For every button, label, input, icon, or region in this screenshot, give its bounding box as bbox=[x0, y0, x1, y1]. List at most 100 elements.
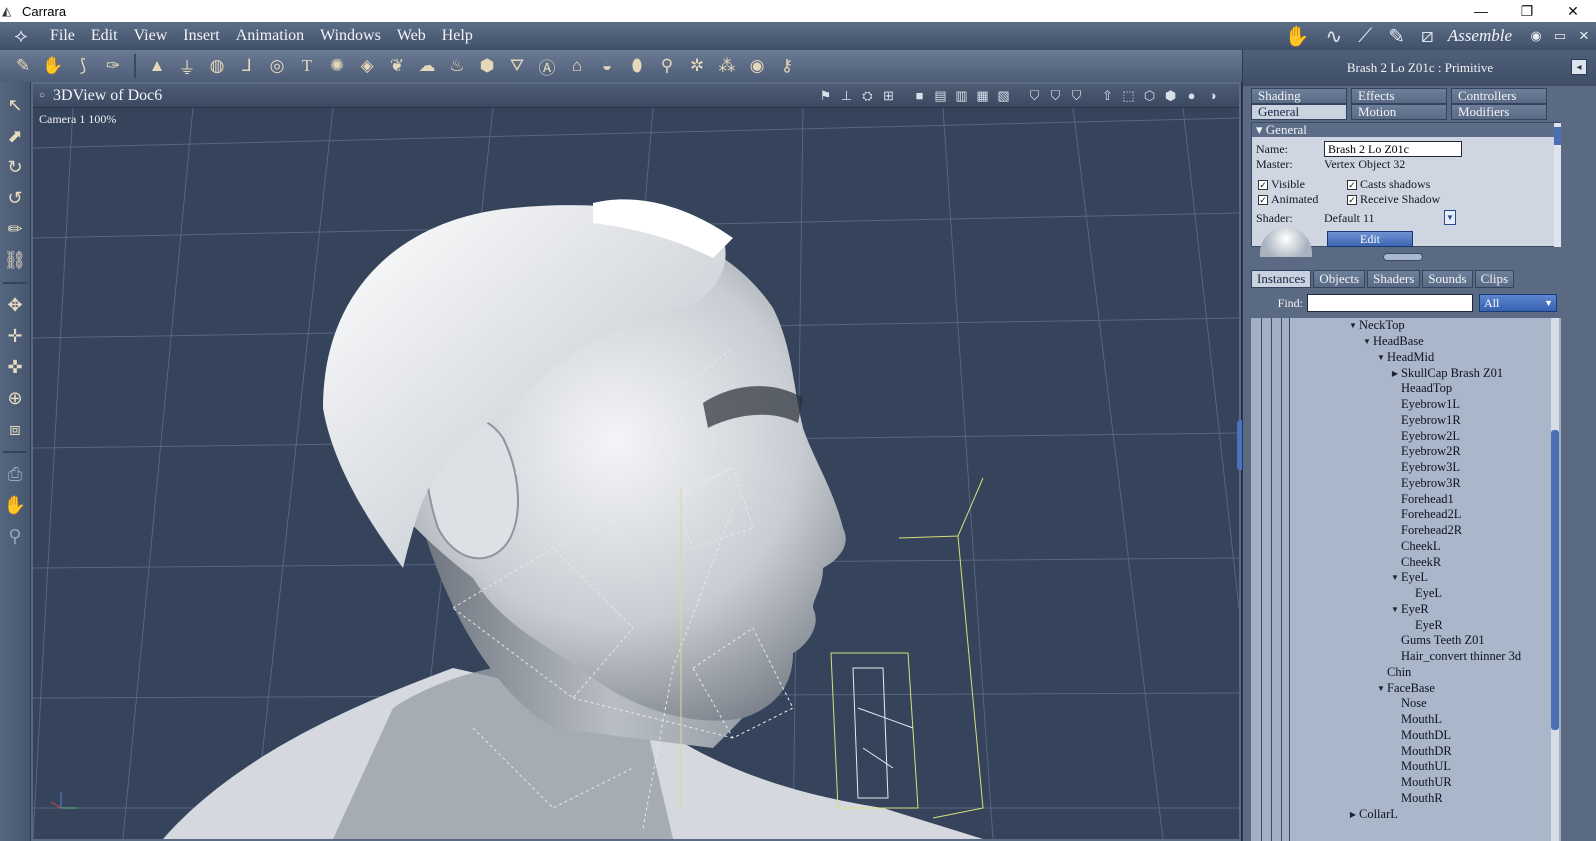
tree-item[interactable]: Eyebrow2L bbox=[1389, 428, 1460, 444]
tree-item[interactable]: Forehead2R bbox=[1389, 523, 1462, 539]
animated-checkbox[interactable]: ✓ Animated bbox=[1258, 192, 1318, 207]
layout-three-icon[interactable]: ▧ bbox=[993, 88, 1014, 104]
rotate-icon[interactable]: ↻ bbox=[1, 152, 29, 183]
key-tool-icon[interactable]: ⚷ bbox=[772, 52, 802, 80]
tab-motion[interactable]: Motion bbox=[1351, 104, 1447, 120]
model-room-icon[interactable]: ∿ bbox=[1326, 24, 1343, 49]
bend-tool-icon[interactable]: ✑ bbox=[98, 52, 128, 80]
cube-icon[interactable]: ⬢ bbox=[472, 52, 502, 80]
expand-closed-icon[interactable]: ▶ bbox=[1347, 810, 1359, 819]
tree-item[interactable]: ▶ SkullCap Brash Z01 bbox=[1389, 365, 1503, 381]
find-input[interactable] bbox=[1307, 294, 1473, 312]
fire-icon[interactable]: ♨ bbox=[442, 52, 472, 80]
smooth-shade-icon[interactable]: ● bbox=[1181, 88, 1202, 104]
camera-icon[interactable]: ⎙ bbox=[1, 459, 29, 490]
mesh-icon[interactable]: ⛛ bbox=[502, 52, 532, 80]
move-all-icon[interactable]: ⊕ bbox=[1, 383, 29, 414]
bowl-icon[interactable]: ◒ bbox=[592, 52, 622, 80]
tree-item[interactable]: MouthDR bbox=[1389, 743, 1452, 759]
layout-two-icon[interactable]: ▥ bbox=[951, 88, 972, 104]
casts-shadows-checkbox[interactable]: ✓ Casts shadows bbox=[1347, 177, 1430, 192]
grid-icon[interactable]: ⊞ bbox=[878, 88, 899, 104]
tree-item[interactable]: Gums Teeth Z01 bbox=[1389, 633, 1485, 649]
expand-open-icon[interactable]: ▼ bbox=[1375, 353, 1387, 362]
tree-item[interactable]: CheekR bbox=[1389, 554, 1441, 570]
close-doc-icon[interactable]: ✕ bbox=[1572, 28, 1596, 44]
view-select-icon[interactable]: ⛭ bbox=[857, 88, 878, 104]
expand-open-icon[interactable]: ▼ bbox=[1389, 605, 1401, 614]
direct-select-icon[interactable]: ⬈ bbox=[1, 121, 29, 152]
tree-item[interactable]: Eyebrow3L bbox=[1389, 460, 1460, 476]
tree-item[interactable]: Nose bbox=[1389, 696, 1427, 712]
bounding-box-icon[interactable]: ⬚ bbox=[1118, 88, 1139, 104]
maximize-icon[interactable]: ▭ bbox=[1548, 28, 1572, 44]
metaball-icon[interactable]: ✺ bbox=[322, 52, 352, 80]
tree-item[interactable]: Eyebrow3R bbox=[1389, 476, 1461, 492]
figure-icon[interactable]: ⅃ bbox=[232, 52, 262, 80]
layout-split-icon[interactable]: ▤ bbox=[930, 88, 951, 104]
tab-shaders[interactable]: Shaders bbox=[1367, 270, 1421, 288]
tab-sounds[interactable]: Sounds bbox=[1422, 270, 1473, 288]
texture-room-icon[interactable]: ✎ bbox=[1388, 24, 1405, 49]
tree-item[interactable]: MouthL bbox=[1389, 712, 1442, 728]
tree-item[interactable]: Eyebrow2R bbox=[1389, 444, 1461, 460]
tab-instances[interactable]: Instances bbox=[1251, 270, 1312, 288]
render-room-icon[interactable]: ⧄ bbox=[1421, 25, 1434, 48]
distant-light-icon[interactable]: ⁂ bbox=[712, 52, 742, 80]
tree-item[interactable]: MouthUL bbox=[1389, 759, 1451, 775]
minimize-button[interactable]: — bbox=[1458, 0, 1504, 22]
terrain-icon[interactable]: ▲ bbox=[142, 52, 172, 80]
tab-modifiers[interactable]: Modifiers bbox=[1451, 104, 1547, 120]
lathe-icon[interactable]: ⏚ bbox=[172, 52, 202, 80]
plant-icon[interactable]: ❦ bbox=[382, 52, 412, 80]
filter-select[interactable]: All ▼ bbox=[1479, 294, 1557, 312]
shield-right-icon[interactable]: ⛉ bbox=[1066, 88, 1087, 104]
tree-item[interactable]: MouthR bbox=[1389, 791, 1443, 807]
link-icon[interactable]: ⛓ bbox=[1, 245, 29, 276]
layout-four-icon[interactable]: ▦ bbox=[972, 88, 993, 104]
tree-item[interactable]: ▼ EyeL bbox=[1389, 570, 1428, 586]
tree-scrollbar[interactable] bbox=[1551, 318, 1559, 841]
menu-animation[interactable]: Animation bbox=[228, 22, 312, 50]
arrow-up-icon[interactable]: ⇧ bbox=[1097, 88, 1118, 104]
spotlight-icon[interactable]: ⚲ bbox=[652, 52, 682, 80]
house-icon[interactable]: ⌂ bbox=[562, 52, 592, 80]
torus-icon[interactable]: ◎ bbox=[262, 52, 292, 80]
menu-file[interactable]: File bbox=[42, 22, 83, 50]
tree-item[interactable]: CheekL bbox=[1389, 539, 1441, 555]
tree-item[interactable]: ▼ EyeR bbox=[1389, 602, 1429, 618]
viewport-canvas[interactable]: Camera 1 100% bbox=[33, 108, 1239, 839]
menu-windows[interactable]: Windows bbox=[312, 22, 389, 50]
general-scroll-thumb[interactable] bbox=[1554, 127, 1561, 145]
expand-open-icon[interactable]: ▼ bbox=[1361, 337, 1373, 346]
tree-item[interactable]: EyeR bbox=[1403, 617, 1443, 633]
tree-scroll-thumb[interactable] bbox=[1551, 430, 1559, 730]
agc-icon[interactable]: Ⓐ bbox=[532, 52, 562, 80]
storyboard-room-icon[interactable]: ⟋ bbox=[1358, 25, 1372, 48]
menu-web[interactable]: Web bbox=[389, 22, 434, 50]
shader-dropdown-icon[interactable]: ▼ bbox=[1444, 210, 1456, 225]
brush-icon[interactable]: ✏ bbox=[1, 214, 29, 245]
expand-open-icon[interactable]: ▼ bbox=[1375, 684, 1387, 693]
shield-left-icon[interactable]: ⛉ bbox=[1024, 88, 1045, 104]
layout-single-icon[interactable]: ■ bbox=[909, 88, 930, 104]
tree-item[interactable]: ▼ FaceBase bbox=[1375, 680, 1435, 696]
viewport-close-icon[interactable]: ○ bbox=[39, 90, 45, 101]
light-select-icon[interactable]: ⊥ bbox=[836, 88, 857, 104]
camera-target-icon[interactable]: ◉ bbox=[742, 52, 772, 80]
pencil-tool-icon[interactable]: ✎ bbox=[8, 52, 38, 80]
text-icon[interactable]: T bbox=[292, 52, 322, 80]
menu-edit[interactable]: Edit bbox=[83, 22, 126, 50]
assemble-room-icon[interactable]: ✋ bbox=[1285, 24, 1310, 49]
tree-item[interactable]: MouthUR bbox=[1389, 775, 1452, 791]
tab-clips[interactable]: Clips bbox=[1474, 270, 1515, 288]
name-field[interactable]: Brash 2 Lo Z01c bbox=[1324, 141, 1462, 157]
general-scrollbar[interactable] bbox=[1554, 123, 1561, 247]
panel-splitter[interactable] bbox=[1383, 253, 1423, 261]
camera-select-icon[interactable]: ⚑ bbox=[815, 88, 836, 104]
tree-item[interactable]: Forehead2L bbox=[1389, 507, 1461, 523]
restore-button[interactable]: ❐ bbox=[1504, 0, 1550, 22]
sphere-icon[interactable]: ◍ bbox=[202, 52, 232, 80]
plane-icon[interactable]: ◈ bbox=[352, 52, 382, 80]
expand-open-icon[interactable]: ▼ bbox=[1389, 573, 1401, 582]
